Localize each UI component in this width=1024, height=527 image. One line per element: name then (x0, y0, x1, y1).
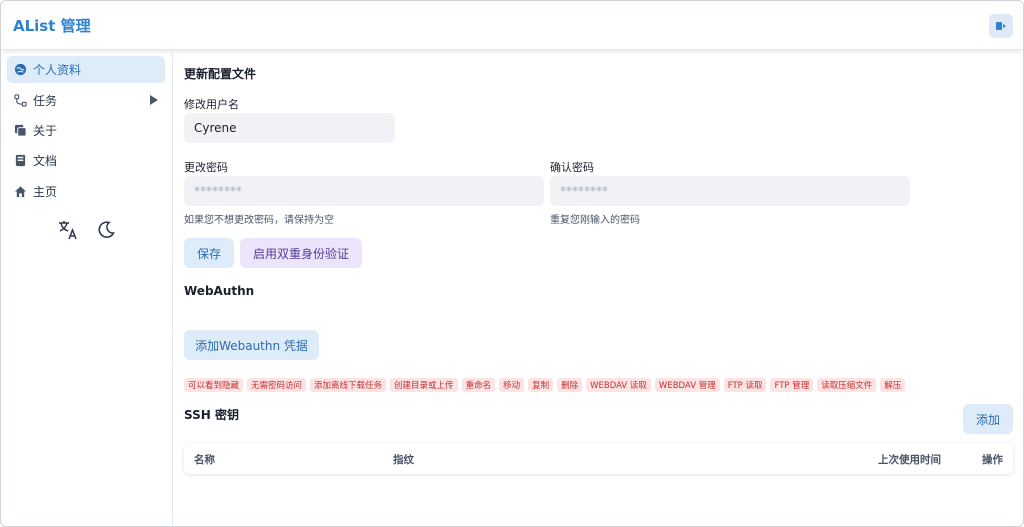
permission-tag: 复制 (528, 378, 554, 392)
copy-icon (13, 124, 27, 138)
sidebar-item-home[interactable]: 主页 (7, 178, 165, 205)
ssh-key-table: 名称 指纹 上次使用时间 操作 (184, 443, 1013, 474)
expand-arrow-icon[interactable] (150, 95, 158, 105)
sidebar-tools (57, 219, 117, 241)
column-header-last-used: 上次使用时间 (878, 454, 941, 466)
column-header-actions: 操作 (982, 454, 1003, 466)
permission-tag: WEBDAV 读取 (586, 378, 651, 392)
flow-icon (13, 94, 27, 108)
sidebar-item-label: 文档 (33, 154, 58, 168)
permission-tag: WEBDAV 管理 (654, 378, 720, 392)
logout-button[interactable] (989, 14, 1013, 38)
sidebar-item-tasks[interactable]: 任务 (7, 87, 165, 114)
username-label: 修改用户名 (184, 98, 239, 111)
permission-tag: 创建目录或上传 (390, 378, 458, 392)
sidebar: 个人资料 任务 关于 文档 主页 (1, 51, 173, 526)
confirm-password-label: 确认密码 (550, 161, 594, 174)
permission-tag: FTP 读取 (723, 378, 767, 392)
permission-tag: FTP 管理 (770, 378, 814, 392)
sidebar-item-about[interactable]: 关于 (7, 117, 165, 144)
add-webauthn-button[interactable]: 添加Webauthn 凭据 (184, 330, 319, 360)
app-title: AList 管理 (13, 17, 91, 35)
logout-icon (996, 22, 1006, 30)
book-icon (13, 154, 27, 168)
ssh-title: SSH 密钥 (184, 408, 239, 422)
permission-tag: 无需密码访问 (247, 378, 307, 392)
permission-tag: 解压 (880, 378, 906, 392)
sidebar-item-label: 个人资料 (33, 63, 82, 77)
webauthn-title: WebAuthn (184, 284, 255, 298)
permission-tag: 重命名 (461, 378, 496, 392)
add-ssh-key-button[interactable]: 添加 (963, 404, 1013, 434)
password-input[interactable] (184, 176, 544, 206)
enable-2fa-button[interactable]: 启用双重身份验证 (240, 238, 362, 268)
permission-tags: 可以看到隐藏 无需密码访问 添加离线下载任务 创建目录或上传 重命名 移动 复制… (184, 378, 906, 392)
username-input[interactable] (184, 113, 395, 143)
globe-icon (13, 63, 27, 77)
confirm-password-hint: 重复您刚输入的密码 (550, 215, 640, 226)
home-icon (13, 185, 27, 199)
permission-tag: 添加离线下载任务 (310, 378, 387, 392)
translate-icon[interactable] (57, 219, 79, 241)
sidebar-item-profile[interactable]: 个人资料 (7, 56, 165, 83)
sidebar-item-label: 关于 (33, 124, 58, 138)
permission-tag: 删除 (557, 378, 583, 392)
save-button[interactable]: 保存 (184, 238, 234, 268)
sidebar-item-label: 主页 (33, 185, 58, 199)
app-window: AList 管理 个人资料 任务 关于 文档 主页 更新配置文件 修改用户名 C… (0, 0, 1024, 527)
section-title: 更新配置文件 (184, 67, 257, 81)
column-header-name: 名称 (194, 454, 215, 466)
confirm-password-input[interactable] (550, 176, 910, 206)
permission-tag: 可以看到隐藏 (184, 378, 244, 392)
password-label: 更改密码 (184, 161, 228, 174)
top-header: AList 管理 (1, 1, 1023, 50)
moon-icon[interactable] (95, 219, 117, 241)
sidebar-item-docs[interactable]: 文档 (7, 147, 165, 174)
password-hint: 如果您不想更改密码，请保持为空 (184, 215, 334, 226)
column-header-fingerprint: 指纹 (393, 454, 414, 466)
sidebar-item-label: 任务 (33, 94, 58, 108)
main-content: 更新配置文件 修改用户名 更改密码 如果您不想更改密码，请保持为空 确认密码 重… (184, 51, 1014, 526)
permission-tag: 移动 (499, 378, 525, 392)
permission-tag: 读取压缩文件 (817, 378, 877, 392)
